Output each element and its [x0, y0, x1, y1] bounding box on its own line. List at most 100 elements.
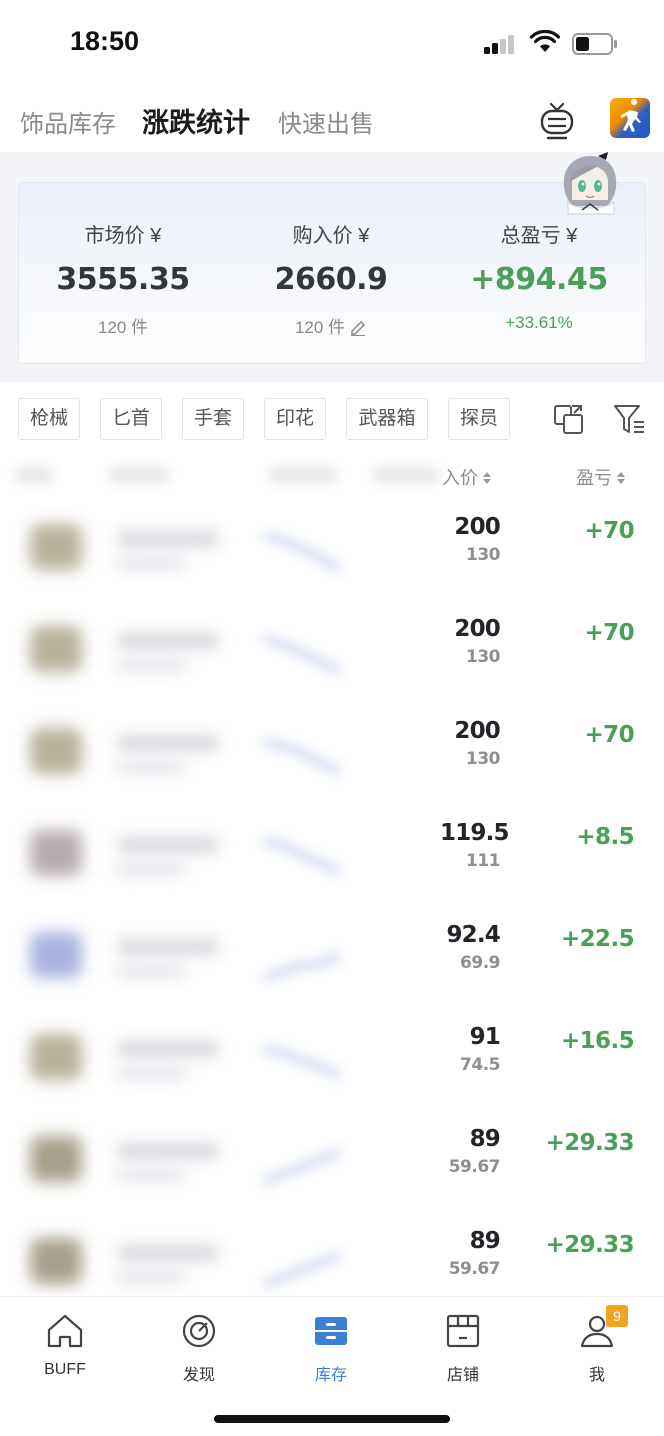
blurred-item-sub — [116, 760, 186, 774]
sort-price-header[interactable]: 入价 — [442, 464, 492, 490]
blurred-item-name — [116, 530, 220, 548]
export-icon[interactable] — [552, 402, 586, 436]
status-time: 18:50 — [70, 26, 140, 56]
nav-label-store: 店铺 — [446, 1367, 479, 1384]
filter-chip-cases[interactable]: 武器箱 — [346, 398, 428, 440]
nav-label-buff: BUFF — [44, 1361, 86, 1378]
status-bar: 18:50 — [0, 0, 664, 88]
market-price: 91 — [469, 1024, 501, 1050]
sort-icon — [617, 472, 625, 484]
filter-chip-knives[interactable]: 匕首 — [100, 398, 162, 440]
filter-icon[interactable] — [612, 402, 646, 436]
profit-value: +70 — [584, 620, 635, 646]
market-price-value: 3555.35 — [56, 262, 190, 297]
trend-sparkline — [263, 533, 342, 573]
nav-store[interactable]: 店铺 — [418, 1311, 508, 1385]
list-item[interactable]: 200 130 +70 — [0, 600, 664, 702]
nav-discover[interactable]: 发现 — [154, 1311, 244, 1385]
sort-profit-header[interactable]: 盈亏 — [576, 464, 626, 490]
nav-label-profile: 我 — [588, 1367, 605, 1384]
nav-profile[interactable]: 9 我 — [552, 1305, 642, 1385]
item-image — [30, 830, 82, 876]
price-cell: 200 130 — [440, 616, 502, 688]
blurred-item-name — [116, 734, 220, 752]
purchase-price: 69.9 — [460, 953, 500, 973]
item-image — [30, 932, 82, 978]
list-item[interactable]: 91 74.5 +16.5 — [0, 1008, 664, 1110]
list-item[interactable]: 119.5 111 +8.5 — [0, 804, 664, 906]
list-item[interactable]: 92.4 69.9 +22.5 — [0, 906, 664, 1008]
nav-buff[interactable]: BUFF — [20, 1311, 110, 1379]
filter-chip-stickers[interactable]: 印花 — [264, 398, 326, 440]
blurred-item-name — [116, 836, 220, 854]
category-filters: 枪械 匕首 手套 印花 武器箱 探员 — [0, 398, 664, 444]
profit-value: +8.5 — [576, 824, 634, 850]
discover-icon — [182, 1314, 216, 1348]
trend-sparkline — [263, 839, 342, 875]
price-cell: 119.5 111 — [440, 820, 510, 892]
market-price: 200 — [454, 616, 500, 642]
tab-quick-sell[interactable]: 快速出售 — [278, 104, 374, 139]
filter-chip-guns[interactable]: 枪械 — [18, 398, 80, 440]
tab-price-stats[interactable]: 涨跌统计 — [142, 101, 250, 140]
nav-inventory[interactable]: 库存 — [286, 1311, 376, 1385]
purchase-price: 111 — [466, 851, 501, 871]
nav-label-inventory: 库存 — [314, 1367, 347, 1384]
inventory-icon — [315, 1317, 347, 1345]
price-cell: 91 74.5 — [440, 1024, 502, 1096]
list-item[interactable]: 200 130 +70 — [0, 702, 664, 804]
wifi-icon — [530, 30, 560, 52]
home-indicator — [214, 1415, 450, 1423]
blurred-header — [268, 466, 338, 484]
profit-header-label: 盈亏 — [576, 468, 612, 488]
blurred-item-sub — [116, 1168, 186, 1182]
item-image — [30, 626, 82, 672]
home-icon — [47, 1314, 83, 1348]
item-image — [30, 524, 82, 570]
blurred-header — [372, 466, 440, 484]
market-price: 92.4 — [446, 922, 500, 948]
market-price: 89 — [469, 1228, 501, 1254]
market-price: 200 — [454, 514, 500, 540]
filter-chip-agents[interactable]: 探员 — [448, 398, 510, 440]
price-cell: 200 130 — [440, 514, 502, 586]
total-profit-label: 总盈亏 ¥ — [500, 225, 578, 247]
profit-value: +16.5 — [560, 1028, 635, 1054]
mascot-avatar[interactable] — [556, 152, 624, 220]
summary-card: 市场价 ¥ 3555.35 120 件 购入价 ¥ 2660.9 120 件 总… — [18, 182, 646, 364]
trend-sparkline — [263, 1251, 342, 1287]
edit-icon[interactable] — [349, 318, 367, 336]
nav-label-discover: 发现 — [182, 1367, 215, 1384]
tab-inventory[interactable]: 饰品库存 — [20, 104, 116, 139]
list-item[interactable]: 89 59.67 +29.33 — [0, 1110, 664, 1212]
profit-value: +70 — [584, 518, 635, 544]
total-profit-value: +894.45 — [470, 262, 608, 297]
profit-value: +29.33 — [545, 1232, 635, 1258]
market-price: 200 — [454, 718, 500, 744]
blurred-item-sub — [116, 556, 186, 570]
trend-sparkline — [263, 953, 342, 981]
purchase-price-count-row[interactable]: 120 件 — [231, 313, 431, 338]
purchase-price-count: 120 件 — [294, 318, 346, 337]
trend-sparkline — [263, 739, 342, 775]
purchase-price-stat: 购入价 ¥ 2660.9 120 件 — [231, 219, 431, 338]
profit-value: +22.5 — [560, 926, 635, 952]
blurred-header — [108, 466, 170, 484]
filter-chip-gloves[interactable]: 手套 — [182, 398, 244, 440]
store-icon — [446, 1314, 480, 1348]
purchase-price: 130 — [466, 647, 501, 667]
game-switch-icon[interactable] — [610, 98, 650, 138]
list-item[interactable]: 89 59.67 +29.33 — [0, 1212, 664, 1298]
blurred-item-sub — [116, 862, 186, 876]
robot-icon[interactable] — [536, 102, 578, 140]
battery-icon — [572, 33, 617, 55]
market-price-label: 市场价 ¥ — [84, 225, 162, 247]
price-cell: 92.4 69.9 — [440, 922, 502, 994]
trend-sparkline — [263, 635, 342, 675]
profit-value: +70 — [584, 722, 635, 748]
market-price-count: 120 件 — [97, 318, 149, 337]
purchase-price: 130 — [466, 749, 501, 769]
list-item[interactable]: 200 130 +70 — [0, 498, 664, 600]
sort-icon — [483, 472, 491, 484]
table-header: 入价 盈亏 — [0, 456, 664, 496]
